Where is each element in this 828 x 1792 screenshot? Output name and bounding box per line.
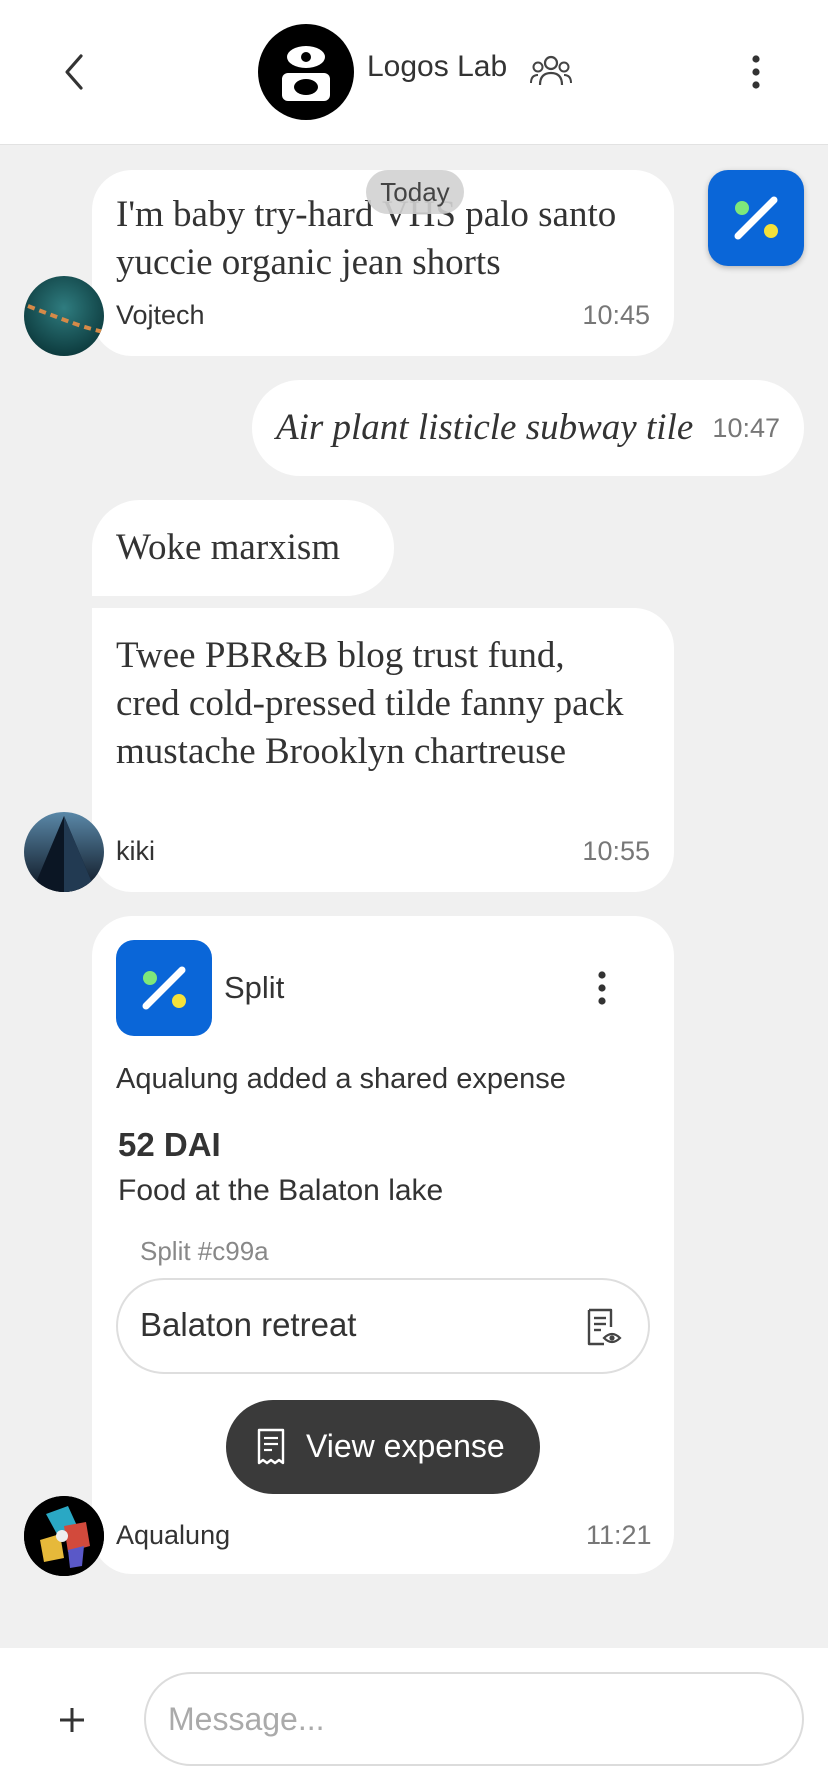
back-button[interactable] [50, 48, 98, 96]
chat-menu-button[interactable] [738, 50, 774, 94]
split-card-menu-button[interactable] [588, 966, 616, 1010]
split-percent-icon [734, 196, 778, 240]
message-text: Woke marxism [116, 527, 341, 568]
split-app-icon [116, 940, 212, 1036]
group-avatar[interactable] [258, 24, 354, 120]
more-vertical-icon [752, 55, 760, 89]
chevron-left-icon [65, 54, 83, 90]
expense-amount: 52 DAI [118, 1126, 221, 1163]
avatar[interactable] [24, 812, 104, 892]
add-attachment-button[interactable] [52, 1700, 92, 1740]
message-sender: kiki [116, 836, 155, 866]
message-bubble[interactable]: Twee PBR&B blog trust fund, cred cold-pr… [92, 608, 674, 892]
members-button[interactable] [530, 52, 572, 97]
message-text: Twee PBR&B blog trust fund, cred cold-pr… [116, 635, 624, 772]
group-title[interactable]: Logos Lab [367, 50, 507, 84]
split-card-app-name: Split [224, 970, 285, 1005]
logos-logo-icon [282, 46, 330, 101]
expense-description: Aqualung added a shared expense [116, 1063, 566, 1095]
receipt-view-icon[interactable] [584, 1307, 624, 1347]
message-input[interactable] [144, 1672, 804, 1766]
split-app-button[interactable] [708, 170, 804, 266]
chat-header: Logos Lab [0, 0, 828, 145]
message-time: 10:47 [712, 413, 780, 443]
more-vertical-icon [598, 971, 606, 1005]
expense-name: Food at the Balaton lake [118, 1174, 444, 1207]
message-time: 11:21 [586, 1520, 652, 1550]
message-sender: Aqualung [116, 1520, 231, 1550]
split-group-row[interactable]: Balaton retreat [116, 1278, 650, 1374]
date-separator: Today [366, 170, 464, 214]
message-time: 10:45 [582, 300, 650, 330]
plus-icon [60, 1708, 84, 1732]
message-sender: Vojtech [116, 300, 205, 330]
avatar[interactable] [24, 276, 104, 356]
split-group-name: Balaton retreat [140, 1306, 357, 1343]
view-expense-label: View expense [306, 1428, 505, 1464]
split-percent-icon [142, 966, 186, 1010]
people-icon [530, 55, 572, 86]
avatar[interactable] [24, 1496, 104, 1576]
message-time: 10:55 [582, 836, 650, 866]
message-text: Air plant listicle subway tile [276, 407, 694, 448]
receipt-icon [257, 1428, 285, 1465]
split-id: Split #c99a [140, 1236, 269, 1266]
own-message-bubble[interactable]: Air plant listicle subway tile 10:47 [252, 380, 804, 476]
message-bubble[interactable]: Woke marxism [92, 500, 394, 596]
view-expense-button[interactable]: View expense [226, 1400, 540, 1494]
